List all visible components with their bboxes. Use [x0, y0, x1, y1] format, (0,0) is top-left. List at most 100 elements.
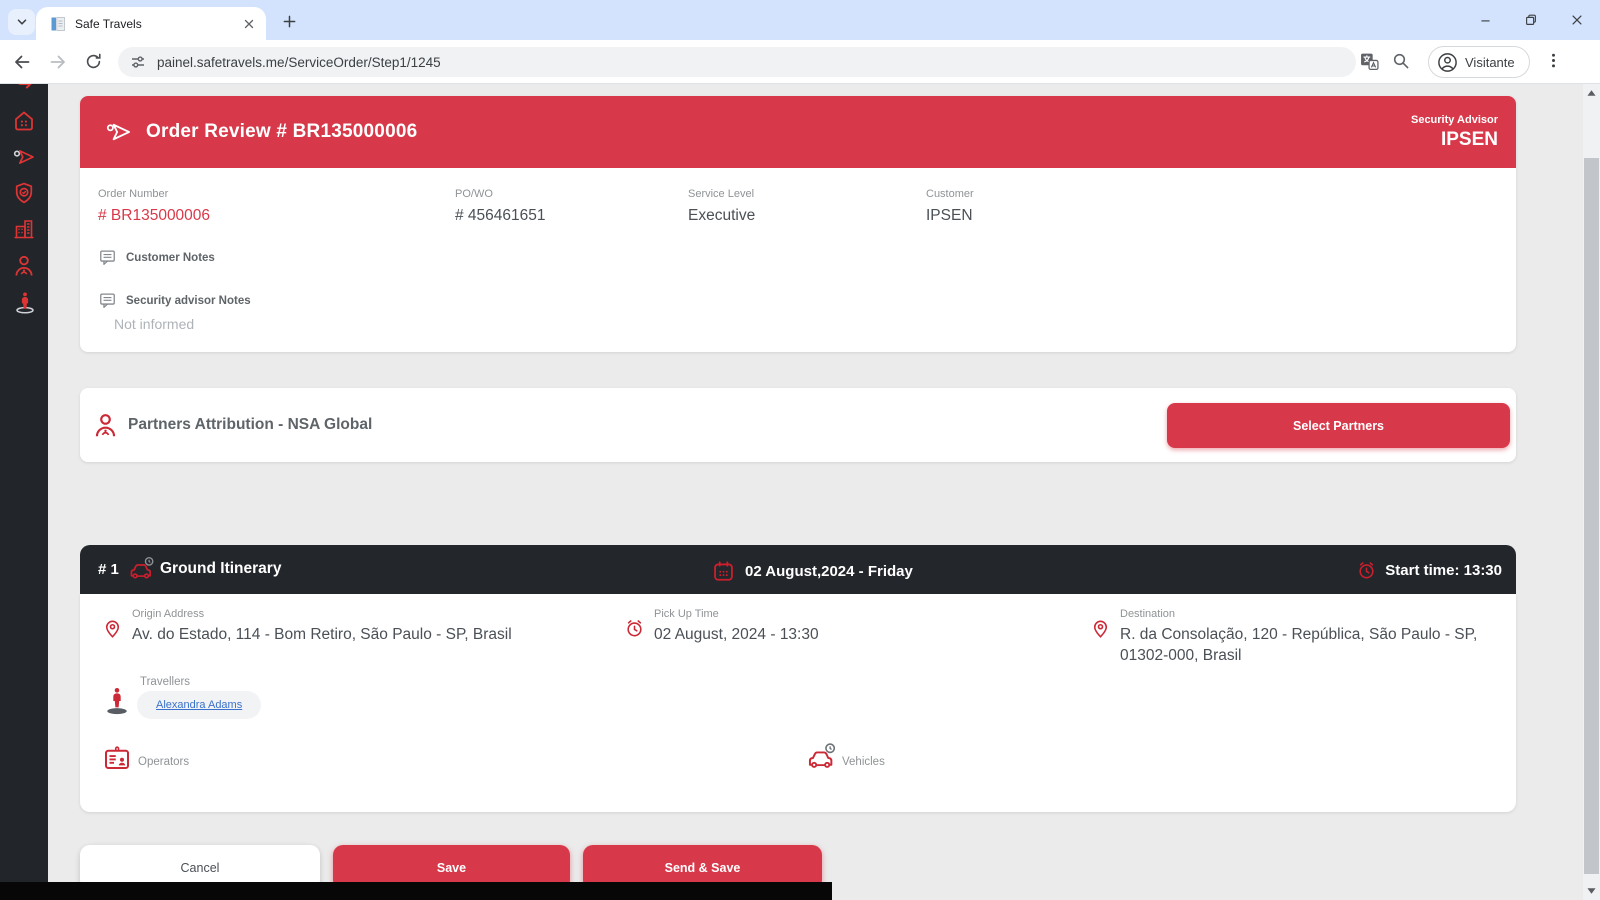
itinerary-date-block: 02 August,2024 - Friday	[712, 560, 913, 583]
field-value: IPSEN	[926, 207, 974, 225]
advisor-name: IPSEN	[1411, 129, 1498, 151]
bottom-black-bar	[0, 882, 832, 900]
address-bar[interactable]: painel.safetravels.me/ServiceOrder/Step1…	[118, 47, 1356, 77]
pickup-label: Pick Up Time	[654, 608, 954, 620]
scrollbar-thumb[interactable]	[1584, 158, 1599, 874]
plus-icon	[282, 14, 297, 29]
scrollbar[interactable]	[1583, 84, 1600, 900]
itinerary-title: Ground Itinerary	[160, 560, 281, 578]
new-tab-button[interactable]	[276, 8, 302, 34]
map-pin-icon	[1090, 618, 1111, 639]
security-notes-value: Not informed	[114, 316, 194, 332]
itinerary-start-time: Start time: 13:30	[1385, 562, 1502, 579]
tab-title: Safe Travels	[75, 17, 242, 31]
send-order-icon	[105, 118, 133, 146]
scroll-up-icon[interactable]	[1583, 86, 1600, 100]
traveller-link[interactable]: Alexandra Adams	[156, 699, 242, 711]
origin-block: Origin Address Av. do Estado, 114 - Bom …	[102, 608, 572, 646]
tab-search-button[interactable]	[8, 9, 35, 35]
security-notes-label: Security advisor Notes	[126, 295, 251, 307]
alarm-clock-icon	[624, 618, 645, 639]
scroll-down-icon[interactable]	[1583, 884, 1600, 898]
security-advisor-block: Security Advisor IPSEN	[1411, 114, 1498, 151]
profile-label: Visitante	[1465, 55, 1515, 70]
minimize-button[interactable]	[1462, 0, 1508, 40]
field-order-number: Order Number # BR135000006	[98, 188, 210, 225]
field-label: Customer	[926, 188, 974, 200]
translate-icon[interactable]	[1360, 52, 1379, 71]
calendar-icon	[712, 560, 735, 583]
tab-close-icon[interactable]	[242, 17, 256, 31]
order-review-card: Order Review # BR135000006 Security Advi…	[80, 96, 1516, 352]
order-title: Order Review # BR135000006	[146, 121, 417, 143]
partners-card: Partners Attribution - NSA Global Select…	[80, 388, 1516, 462]
travellers-label: Travellers	[140, 676, 190, 688]
sidebar-item-home[interactable]	[12, 109, 36, 133]
security-notes: Security advisor Notes	[98, 291, 251, 310]
pickup-block: Pick Up Time 02 August, 2024 - 13:30	[624, 608, 954, 646]
favicon	[50, 16, 66, 32]
field-label: PO/WO	[455, 188, 546, 200]
browser-titlebar: Safe Travels	[0, 0, 1600, 40]
vehicle-car-icon	[806, 742, 838, 772]
itinerary-start-block: Start time: 13:30	[1356, 560, 1502, 581]
field-po-wo: PO/WO # 456461651	[455, 188, 546, 225]
itinerary-header: # 1 Ground Itinerary 02 August,2024 - Fr…	[80, 545, 1516, 594]
sidebar-item-security[interactable]	[12, 181, 36, 205]
page-content: Order Review # BR135000006 Security Advi…	[0, 84, 1600, 900]
profile-button[interactable]: Visitante	[1428, 46, 1530, 78]
url-text[interactable]: painel.safetravels.me/ServiceOrder/Step1…	[157, 55, 441, 70]
car-clock-icon	[128, 556, 156, 582]
vehicles-label: Vehicles	[842, 756, 885, 768]
operators-label: Operators	[138, 756, 189, 768]
partners-title: Partners Attribution - NSA Global	[128, 416, 372, 434]
field-label: Service Level	[688, 188, 755, 200]
customer-notes: Customer Notes	[98, 248, 215, 267]
close-window-button[interactable]	[1554, 0, 1600, 40]
reload-icon[interactable]	[84, 52, 103, 71]
field-value: # BR135000006	[98, 207, 210, 225]
field-value: Executive	[688, 207, 755, 225]
site-settings-icon[interactable]	[130, 54, 146, 70]
pickup-value: 02 August, 2024 - 13:30	[654, 625, 954, 646]
sidebar-item-travellers[interactable]	[12, 290, 36, 314]
select-partners-button[interactable]: Select Partners	[1167, 403, 1510, 448]
window-controls	[1462, 0, 1600, 40]
browser-toolbar: painel.safetravels.me/ServiceOrder/Step1…	[0, 40, 1600, 84]
itinerary-date: 02 August,2024 - Friday	[745, 563, 913, 580]
field-value: # 456461651	[455, 207, 546, 225]
order-review-header: Order Review # BR135000006 Security Advi…	[80, 96, 1516, 168]
origin-value: Av. do Estado, 114 - Bom Retiro, São Pau…	[132, 625, 572, 646]
customer-notes-label: Customer Notes	[126, 252, 215, 264]
operator-badge-icon	[102, 744, 132, 774]
restore-button[interactable]	[1508, 0, 1554, 40]
sidebar-item-return[interactable]	[12, 84, 36, 99]
person-circle-icon	[1437, 52, 1458, 73]
field-label: Order Number	[98, 188, 210, 200]
field-customer: Customer IPSEN	[926, 188, 974, 225]
advisor-label: Security Advisor	[1411, 114, 1498, 126]
sidebar	[0, 84, 48, 882]
itinerary-index: # 1	[98, 561, 119, 578]
itinerary-body: Origin Address Av. do Estado, 114 - Bom …	[80, 594, 1516, 812]
menu-dots-icon[interactable]	[1545, 52, 1562, 69]
notes-icon	[98, 291, 117, 310]
sidebar-item-orders[interactable]	[12, 145, 36, 169]
alarm-clock-icon	[1356, 560, 1377, 581]
chevron-down-icon	[15, 15, 29, 29]
sidebar-item-partners[interactable]	[12, 254, 36, 278]
destination-label: Destination	[1120, 608, 1520, 620]
back-icon[interactable]	[12, 52, 32, 72]
search-icon[interactable]	[1392, 52, 1410, 70]
sidebar-item-company[interactable]	[12, 217, 36, 241]
forward-icon[interactable]	[48, 52, 68, 72]
traveller-chip[interactable]: Alexandra Adams	[137, 691, 261, 719]
destination-value: R. da Consolação, 120 - República, São P…	[1120, 625, 1520, 667]
map-pin-icon	[102, 618, 123, 639]
traveller-pin-icon	[102, 682, 132, 718]
destination-block: Destination R. da Consolação, 120 - Repú…	[1090, 608, 1520, 667]
order-fields: Order Number # BR135000006 PO/WO # 45646…	[80, 188, 1516, 234]
notes-icon	[98, 248, 117, 267]
field-service-level: Service Level Executive	[688, 188, 755, 225]
browser-tab[interactable]: Safe Travels	[36, 7, 266, 40]
